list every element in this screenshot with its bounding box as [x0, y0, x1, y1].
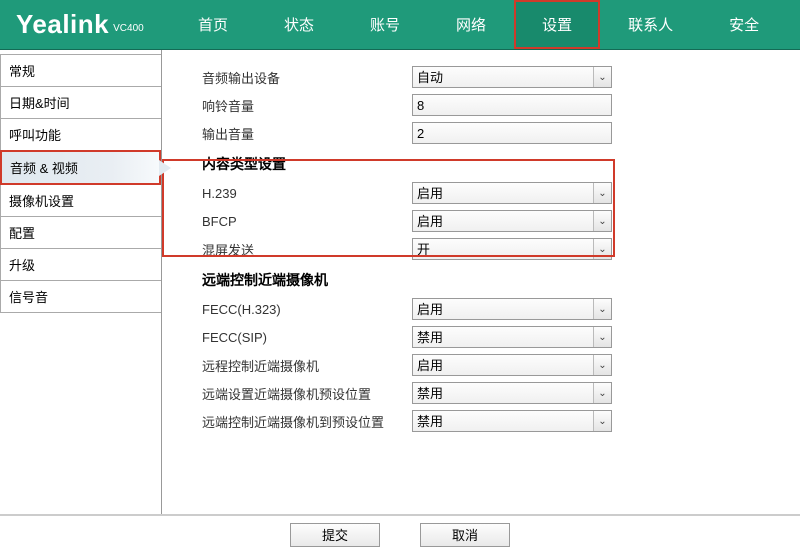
- row-far-ctrl-near-to-preset: 远端控制近端摄像机到预设位置 禁用 ⌄: [202, 410, 780, 432]
- sidebar: 常规 日期&时间 呼叫功能 音频 & 视频 摄像机设置 配置 升级 信号音: [0, 50, 162, 514]
- row-remote-ctrl-near: 远程控制近端摄像机 启用 ⌄: [202, 354, 780, 376]
- label-bfcp: BFCP: [202, 214, 412, 229]
- label-output-volume: 输出音量: [202, 124, 412, 143]
- cancel-button[interactable]: 取消: [420, 523, 510, 547]
- select-mixed-send-input[interactable]: 开: [412, 238, 612, 260]
- label-far-set-near-preset: 远端设置近端摄像机预设位置: [202, 384, 412, 403]
- row-far-set-near-preset: 远端设置近端摄像机预设位置 禁用 ⌄: [202, 382, 780, 404]
- row-audio-output-device: 音频输出设备 自动 ⌄: [202, 66, 780, 88]
- select-fecc-sip-input[interactable]: 禁用: [412, 326, 612, 348]
- sidebar-item-call[interactable]: 呼叫功能: [0, 118, 161, 151]
- label-ring-volume: 响铃音量: [202, 96, 412, 115]
- sidebar-item-config[interactable]: 配置: [0, 216, 161, 249]
- select-h239-input[interactable]: 启用: [412, 182, 612, 204]
- sidebar-item-upgrade[interactable]: 升级: [0, 248, 161, 281]
- select-audio-output-device-input[interactable]: 自动: [412, 66, 612, 88]
- select-mixed-send[interactable]: 开 ⌄: [412, 238, 612, 260]
- select-audio-output-device[interactable]: 自动 ⌄: [412, 66, 612, 88]
- row-mixed-send: 混屏发送 开 ⌄: [202, 238, 780, 260]
- select-fecc-h323-input[interactable]: 启用: [412, 298, 612, 320]
- label-h239: H.239: [202, 186, 412, 201]
- section-content-type-title: 内容类型设置: [202, 154, 780, 174]
- main: 音频输出设备 自动 ⌄ 响铃音量 输出音量 内容类型设置 H.239 启用 ⌄ …: [162, 50, 800, 514]
- select-far-set-near-preset-input[interactable]: 禁用: [412, 382, 612, 404]
- section-fecc-title: 远端控制近端摄像机: [202, 270, 780, 290]
- row-h239: H.239 启用 ⌄: [202, 182, 780, 204]
- label-mixed-send: 混屏发送: [202, 240, 412, 259]
- label-far-ctrl-near-to-preset: 远端控制近端摄像机到预设位置: [202, 412, 412, 431]
- input-ring-volume[interactable]: [412, 94, 612, 116]
- row-bfcp: BFCP 启用 ⌄: [202, 210, 780, 232]
- label-fecc-h323: FECC(H.323): [202, 302, 412, 317]
- select-far-ctrl-near-to-preset-input[interactable]: 禁用: [412, 410, 612, 432]
- sidebar-item-label: 摄像机设置: [9, 194, 74, 209]
- label-fecc-sip: FECC(SIP): [202, 330, 412, 345]
- row-fecc-sip: FECC(SIP) 禁用 ⌄: [202, 326, 780, 348]
- brand-sub: VC400: [113, 23, 144, 34]
- input-output-volume[interactable]: [412, 122, 612, 144]
- sidebar-item-datetime[interactable]: 日期&时间: [0, 86, 161, 119]
- brand-main: Yealink: [16, 9, 109, 40]
- topnav-network[interactable]: 网络: [428, 0, 514, 49]
- brand: Yealink VC400: [0, 9, 170, 40]
- sidebar-item-label: 信号音: [9, 290, 48, 305]
- row-output-volume: 输出音量: [202, 122, 780, 144]
- select-remote-ctrl-near-input[interactable]: 启用: [412, 354, 612, 376]
- select-fecc-sip[interactable]: 禁用 ⌄: [412, 326, 612, 348]
- sidebar-item-label: 音频 & 视频: [10, 161, 78, 176]
- select-fecc-h323[interactable]: 启用 ⌄: [412, 298, 612, 320]
- topbar: Yealink VC400 首页 状态 账号 网络 设置 联系人 安全: [0, 0, 800, 50]
- footer: 提交 取消: [0, 515, 800, 553]
- sidebar-item-tone[interactable]: 信号音: [0, 280, 161, 313]
- select-bfcp-input[interactable]: 启用: [412, 210, 612, 232]
- label-audio-output-device: 音频输出设备: [202, 68, 412, 87]
- select-far-set-near-preset[interactable]: 禁用 ⌄: [412, 382, 612, 404]
- sidebar-item-label: 常规: [9, 64, 35, 79]
- select-h239[interactable]: 启用 ⌄: [412, 182, 612, 204]
- topnav-settings[interactable]: 设置: [514, 0, 600, 49]
- row-fecc-h323: FECC(H.323) 启用 ⌄: [202, 298, 780, 320]
- topnav-account[interactable]: 账号: [342, 0, 428, 49]
- topnav-status[interactable]: 状态: [256, 0, 342, 49]
- topnav-security[interactable]: 安全: [701, 0, 787, 49]
- sidebar-item-camera[interactable]: 摄像机设置: [0, 184, 161, 217]
- sidebar-item-av[interactable]: 音频 & 视频: [0, 150, 161, 185]
- topnav-home[interactable]: 首页: [170, 0, 256, 49]
- sidebar-item-label: 日期&时间: [9, 96, 70, 111]
- topnav: 首页 状态 账号 网络 设置 联系人 安全: [170, 0, 787, 49]
- select-far-ctrl-near-to-preset[interactable]: 禁用 ⌄: [412, 410, 612, 432]
- sidebar-item-label: 呼叫功能: [9, 128, 61, 143]
- label-remote-ctrl-near: 远程控制近端摄像机: [202, 356, 412, 375]
- submit-button[interactable]: 提交: [290, 523, 380, 547]
- select-bfcp[interactable]: 启用 ⌄: [412, 210, 612, 232]
- select-remote-ctrl-near[interactable]: 启用 ⌄: [412, 354, 612, 376]
- page: 常规 日期&时间 呼叫功能 音频 & 视频 摄像机设置 配置 升级 信号音 音频…: [0, 50, 800, 515]
- row-ring-volume: 响铃音量: [202, 94, 780, 116]
- sidebar-item-general[interactable]: 常规: [0, 54, 161, 87]
- sidebar-item-label: 配置: [9, 226, 35, 241]
- sidebar-item-label: 升级: [9, 258, 35, 273]
- topnav-contacts[interactable]: 联系人: [600, 0, 701, 49]
